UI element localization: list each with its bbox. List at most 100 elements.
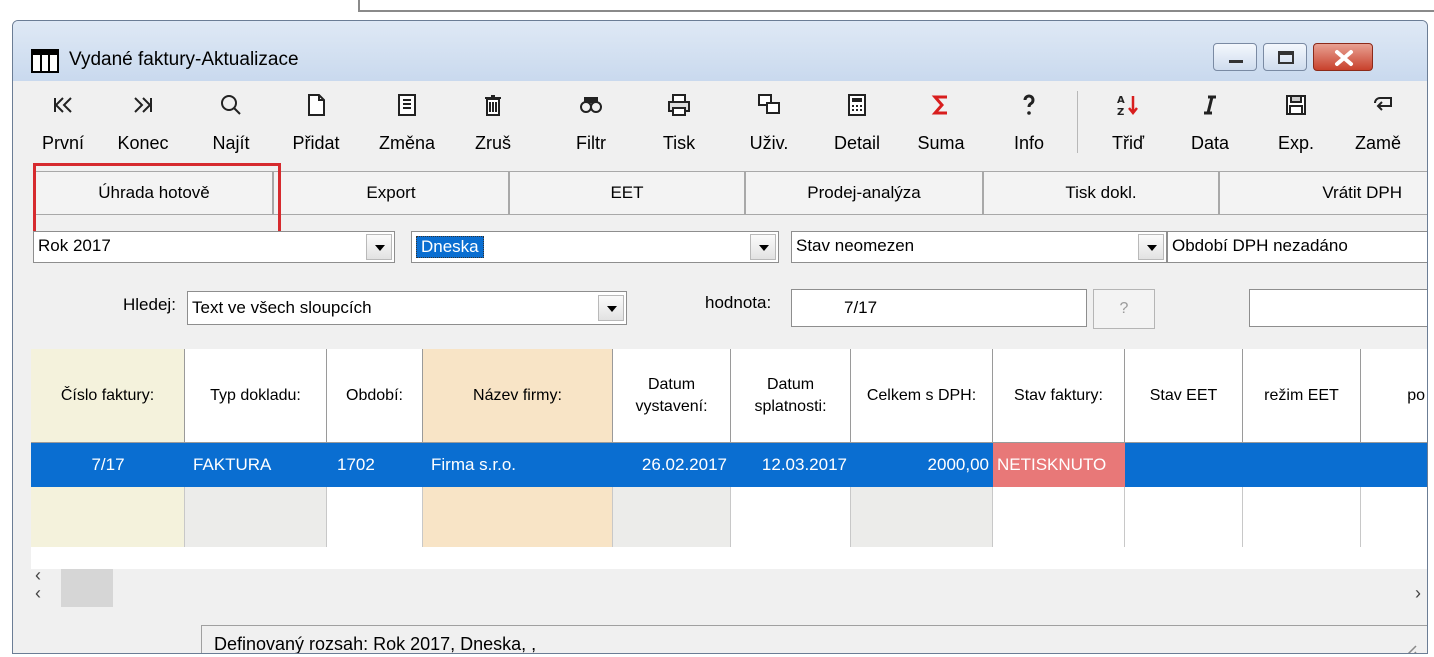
sort-button[interactable]: AZ Třiď — [1093, 81, 1163, 163]
toolbar-label: Filtr — [576, 133, 606, 153]
status-text: Definovaný rozsah: Rok 2017, Dneska, , — [214, 634, 537, 654]
tab-eet[interactable]: EET — [509, 171, 745, 215]
column-header[interactable]: po — [1361, 349, 1427, 443]
table-cell — [327, 487, 423, 547]
filter-row: Rok 2017 Dneska Stav neomezen Období DPH… — [13, 227, 1427, 269]
add-button[interactable]: Přidat — [273, 81, 359, 163]
find-button[interactable]: Najít — [189, 81, 273, 163]
table-row[interactable] — [31, 487, 1427, 547]
state-select[interactable]: Stav neomezen — [791, 231, 1167, 263]
search-label: Hledej: — [123, 295, 176, 314]
toolbar-label: Detail — [833, 133, 881, 153]
column-header[interactable]: Stav EET — [1125, 349, 1243, 443]
resize-grip-icon[interactable] — [1396, 640, 1418, 654]
column-header[interactable]: Typ dokladu: — [185, 349, 327, 443]
scroll-right-icon[interactable]: › — [1415, 583, 1421, 604]
table-cell: 2000,00 — [927, 455, 989, 474]
title-bar[interactable]: Vydané faktury-Aktualizace — [13, 21, 1427, 81]
period-select[interactable]: Dneska — [411, 231, 779, 263]
state-select-value: Stav neomezen — [796, 236, 915, 255]
last-button[interactable]: Konec — [105, 81, 181, 163]
invoice-table[interactable]: Číslo faktury: Typ dokladu: Období: Náze… — [31, 349, 1427, 579]
table-cell — [851, 487, 993, 547]
swap-button[interactable]: Zamě — [1347, 81, 1419, 163]
edit-button[interactable]: Změna — [359, 81, 455, 163]
minimize-icon — [1229, 60, 1243, 63]
scroll-left-icon[interactable]: ‹ — [35, 583, 41, 604]
column-header[interactable]: Číslo faktury: — [31, 349, 185, 443]
svg-text:A: A — [1117, 95, 1125, 106]
filter-button[interactable]: Filtr — [553, 81, 629, 163]
scrollbar-thumb[interactable] — [61, 583, 113, 607]
action-tabs: Úhrada hotově Export EET Prodej-analýza … — [13, 163, 1427, 243]
table-cell: Firma s.r.o. — [431, 455, 517, 474]
export-button[interactable]: Exp. — [1261, 81, 1331, 163]
toolbar-label: Uživ. — [749, 133, 789, 153]
horizontal-scrollbar[interactable]: ‹ › — [31, 583, 1427, 607]
tab-prodej-analyza[interactable]: Prodej-analýza — [745, 171, 983, 215]
delete-button[interactable]: Zruš — [455, 81, 531, 163]
toolbar-label: Suma — [917, 133, 965, 153]
italic-data-icon — [1204, 95, 1216, 115]
first-button[interactable]: První — [31, 81, 95, 163]
toolbar-label: Najít — [212, 133, 250, 153]
column-header[interactable]: Datum splatnosti: — [731, 349, 851, 443]
maximize-icon — [1278, 51, 1294, 64]
printer-icon — [668, 94, 690, 116]
toolbar-label: Info — [1013, 133, 1045, 153]
table-cell: FAKTURA — [193, 455, 272, 474]
table-row[interactable]: 7/17 FAKTURA 1702 Firma s.r.o. 26.02.201… — [31, 443, 1427, 487]
minimize-button[interactable] — [1213, 43, 1257, 71]
last-record-icon — [134, 97, 152, 113]
table-cell — [613, 487, 731, 547]
toolbar-label: Změna — [378, 133, 436, 153]
inner-scrollbar[interactable]: ‹ — [31, 565, 1427, 585]
column-header[interactable]: režim EET — [1243, 349, 1361, 443]
tab-tisk-dokl[interactable]: Tisk dokl. — [983, 171, 1219, 215]
column-header[interactable]: Stav faktury: — [993, 349, 1125, 443]
swap-icon — [1374, 97, 1392, 111]
calculator-detail-icon — [848, 94, 866, 116]
maximize-button[interactable] — [1263, 43, 1307, 71]
chevron-down-icon[interactable] — [750, 234, 776, 260]
save-icon — [1286, 95, 1306, 115]
column-header[interactable]: Celkem s DPH: — [851, 349, 993, 443]
print-button[interactable]: Tisk — [641, 81, 717, 163]
svg-text:Z: Z — [1117, 107, 1124, 117]
tab-vratit-dph[interactable]: Vrátit DPH — [1219, 171, 1427, 215]
chevron-down-icon[interactable] — [598, 295, 624, 321]
search-value-text: 7/17 — [844, 298, 878, 317]
user-button[interactable]: Uživ. — [731, 81, 807, 163]
column-header[interactable]: Datum vystavení: — [613, 349, 731, 443]
table-cell — [1243, 487, 1361, 547]
table-cell — [185, 487, 327, 547]
column-header[interactable]: Název firmy: — [423, 349, 613, 443]
chevron-down-icon[interactable] — [1138, 234, 1164, 260]
toolbar-label: Data — [1190, 133, 1230, 153]
vat-period-select[interactable]: Období DPH nezadáno — [1167, 231, 1427, 263]
toolbar-label: Tisk — [662, 133, 696, 153]
year-select-value: Rok 2017 — [38, 236, 111, 255]
background-divider — [360, 10, 1434, 12]
table-cell — [993, 487, 1125, 547]
table-cell: 7/17 — [91, 455, 125, 474]
extra-input[interactable] — [1249, 289, 1427, 327]
toolbar-label: Exp. — [1277, 133, 1315, 153]
search-value-input[interactable]: 7/17 — [791, 289, 1087, 327]
detail-button[interactable]: Detail — [817, 81, 897, 163]
search-mode-select[interactable]: Text ve všech sloupcích — [187, 291, 627, 325]
data-button[interactable]: Data — [1175, 81, 1245, 163]
column-header[interactable]: Období: — [327, 349, 423, 443]
table-cell — [731, 487, 851, 547]
background-window-edge — [0, 0, 1434, 22]
chevron-down-icon[interactable] — [366, 234, 392, 260]
info-button[interactable]: Info — [993, 81, 1065, 163]
close-button[interactable] — [1313, 43, 1373, 71]
sum-button[interactable]: Suma — [903, 81, 979, 163]
close-icon — [1335, 50, 1353, 66]
tab-export[interactable]: Export — [273, 171, 509, 215]
year-select[interactable]: Rok 2017 — [33, 231, 395, 263]
help-button[interactable]: ? — [1093, 289, 1155, 329]
scrollbar-thumb[interactable] — [61, 569, 113, 583]
first-record-icon — [54, 97, 72, 113]
